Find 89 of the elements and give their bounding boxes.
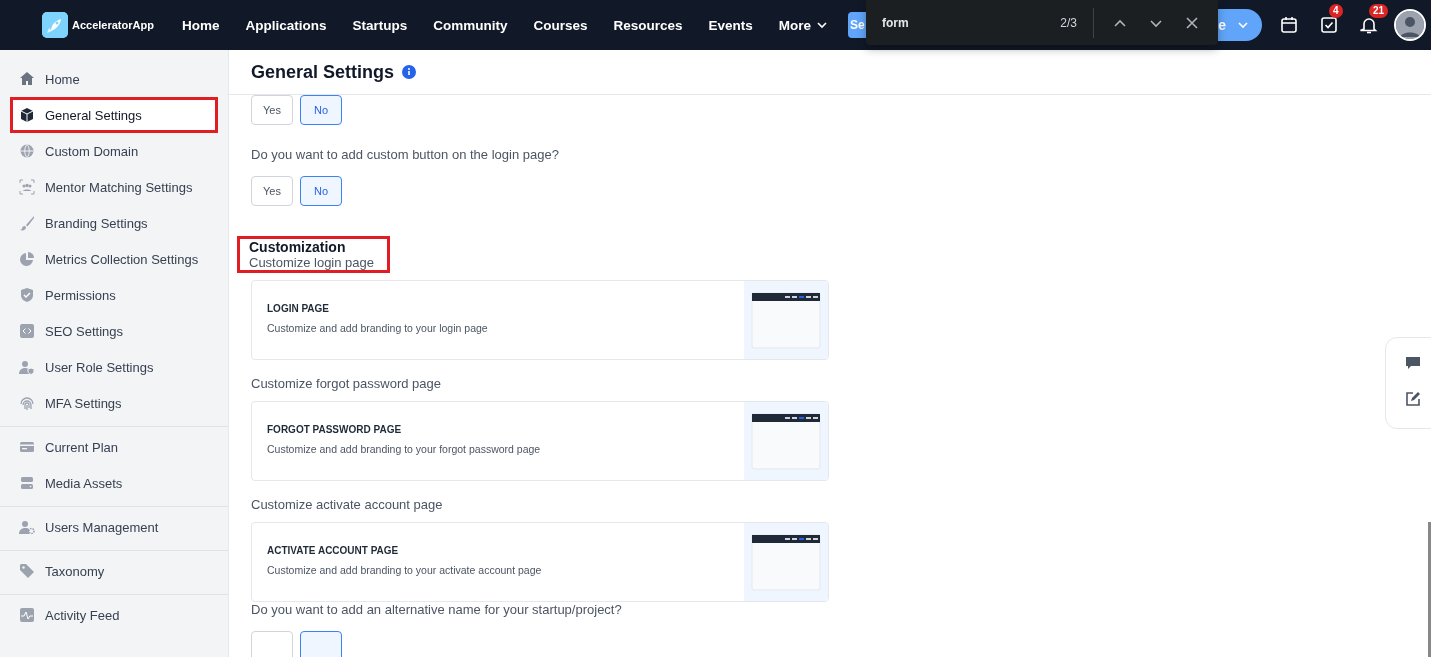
card-title: LOGIN PAGE [267, 303, 331, 314]
card-description: Customize and add branding to your activate account page [267, 564, 543, 576]
section-subtitle: Customize forgot password page [251, 376, 443, 391]
sidebar-label: SEO Settings [45, 323, 124, 339]
sidebar-item[interactable]: Metrics Collection Settings [0, 241, 218, 277]
nav-link[interactable]: Events [708, 17, 753, 33]
sidebar-label: User Role Settings [45, 359, 154, 375]
nav-link[interactable]: Courses [533, 17, 588, 33]
question-text: Do you want to add an alternative name for your startup/project? [251, 602, 623, 617]
nav-link[interactable]: Resources [613, 17, 683, 33]
more-menu[interactable]: More [778, 17, 828, 33]
chevron-down-icon [1238, 20, 1248, 30]
fingerprint-icon [19, 395, 35, 411]
code-icon [19, 323, 35, 339]
option-button[interactable]: No [300, 95, 342, 125]
info-icon[interactable] [402, 65, 417, 79]
sidebar-label: Activity Feed [45, 607, 120, 623]
nav-link[interactable]: Community [433, 17, 508, 33]
nav-link[interactable]: Applications [245, 17, 327, 33]
user-gear-icon [19, 519, 35, 535]
question-text: Do you want to add custom button on the login page? [251, 147, 560, 162]
sidebar-label: Custom Domain [45, 143, 139, 159]
page-card[interactable]: FORGOT PASSWORD PAGE Customize and add branding to your forgot password page [251, 401, 829, 481]
calendar-icon[interactable] [1280, 16, 1298, 34]
globe-icon [19, 143, 35, 159]
sidebar-item[interactable]: Users Management [0, 509, 218, 545]
option-button[interactable] [300, 631, 342, 657]
sidebar-label: Branding Settings [45, 215, 148, 231]
page-title: General Settings [251, 61, 395, 83]
sidebar-label: MFA Settings [45, 395, 122, 411]
sidebar-item[interactable]: SEO Settings [0, 313, 218, 349]
tag-icon [19, 563, 35, 579]
sidebar-label: Home [45, 71, 80, 87]
cube-icon [19, 107, 35, 123]
nav-link[interactable]: Startups [352, 17, 408, 33]
sidebar-label: Current Plan [45, 439, 118, 455]
option-button[interactable]: No [300, 176, 342, 206]
sidebar-item[interactable]: Mentor Matching Settings [0, 169, 218, 205]
sidebar-item[interactable]: Taxonomy [0, 553, 218, 589]
sidebar-item[interactable]: Branding Settings [0, 205, 218, 241]
sidebar-label: Taxonomy [45, 563, 105, 579]
sidebar-label: General Settings [45, 107, 142, 123]
checkbox-icon[interactable] [1320, 16, 1338, 34]
card-description: Customize and add branding to your forgot password page [267, 443, 542, 455]
shield-icon [19, 287, 35, 303]
section-subtitle: Customize login page [249, 255, 375, 270]
tasks-badge: 4 [1329, 4, 1343, 18]
sidebar-item[interactable]: User Role Settings [0, 349, 218, 385]
page-card[interactable]: LOGIN PAGE Customize and add branding to your login page [251, 280, 829, 360]
sidebar-item[interactable]: MFA Settings [0, 385, 218, 421]
section-title: Customization [249, 239, 347, 255]
sidebar-item[interactable]: Custom Domain [0, 133, 218, 169]
card-description: Customize and add branding to your login page [267, 322, 489, 334]
chevron-down-icon [817, 20, 828, 30]
section-subtitle: Customize activate account page [251, 497, 444, 512]
sidebar-item[interactable]: Current Plan [0, 429, 218, 465]
card-title: FORGOT PASSWORD PAGE [267, 424, 403, 435]
page-card[interactable]: ACTIVATE ACCOUNT PAGE Customize and add branding to your activate account page [251, 522, 829, 602]
people-icon [19, 179, 35, 195]
avatar[interactable] [1394, 9, 1426, 41]
pie-chart-icon [19, 251, 35, 267]
rocket-logo-icon [42, 12, 68, 38]
sidebar-label: Media Assets [45, 475, 123, 491]
match-count: 2/3 [1060, 15, 1077, 30]
storage-icon [19, 475, 35, 491]
option-button[interactable]: Yes [251, 95, 293, 125]
sidebar-item[interactable]: Media Assets [0, 465, 218, 501]
notifications-badge: 21 [1369, 4, 1389, 18]
card-title: ACTIVATE ACCOUNT PAGE [267, 545, 400, 556]
home-icon [19, 71, 35, 87]
sidebar-item[interactable]: Permissions [0, 277, 218, 313]
nav-link[interactable]: Home [181, 17, 220, 33]
credit-card-icon [19, 439, 35, 455]
sidebar-label: Permissions [45, 287, 116, 303]
bell-icon[interactable] [1360, 16, 1378, 34]
option-button[interactable]: Yes [251, 176, 293, 206]
sidebar-item[interactable]: Home [0, 61, 218, 97]
edit-icon[interactable] [1404, 390, 1422, 408]
user-shield-icon [19, 359, 35, 375]
sidebar-item[interactable]: Activity Feed [0, 597, 218, 633]
sidebar-label: Users Management [45, 519, 159, 535]
sidebar-label: Metrics Collection Settings [45, 251, 199, 267]
sidebar-item[interactable]: General Settings [10, 97, 218, 133]
find-input[interactable]: form [882, 15, 1061, 30]
brand-name: AcceleratorApp [72, 19, 154, 31]
chat-icon[interactable] [1404, 354, 1422, 372]
brush-icon [19, 215, 35, 231]
activity-icon [19, 607, 35, 623]
sidebar-label: Mentor Matching Settings [45, 179, 193, 195]
